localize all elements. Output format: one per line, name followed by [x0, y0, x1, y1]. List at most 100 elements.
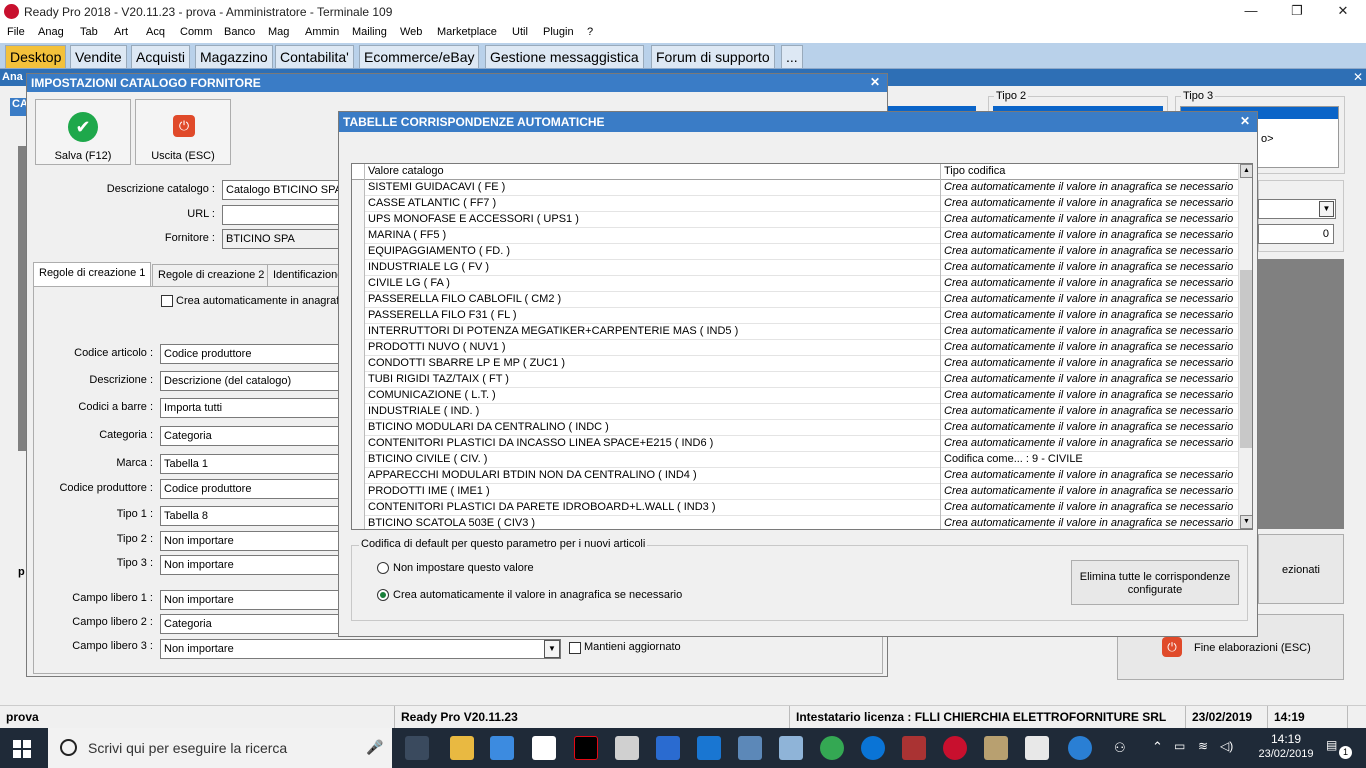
- table-row[interactable]: UPS MONOFASE E ACCESSORI ( UPS1 ) Crea au…: [352, 212, 1238, 228]
- delete-mappings-button[interactable]: Elimina tutte le corrispondenze configur…: [1071, 560, 1239, 605]
- close-window-button[interactable]: ✕: [1320, 0, 1366, 24]
- row-selector[interactable]: [352, 324, 365, 340]
- dialog1-close-icon[interactable]: ✕: [870, 75, 880, 89]
- save-button[interactable]: ✔ Salva (F12): [35, 99, 131, 165]
- restore-button[interactable]: ❐: [1274, 0, 1320, 24]
- row-selector[interactable]: [352, 436, 365, 452]
- dialog2-close-icon[interactable]: ✕: [1240, 114, 1250, 128]
- netflix-icon[interactable]: [574, 736, 598, 760]
- volume-icon[interactable]: ◁): [1220, 739, 1233, 753]
- right-dropdown[interactable]: ▼: [1258, 199, 1336, 219]
- coding-type-cell[interactable]: Crea automaticamente il valore in anagra…: [940, 196, 1238, 212]
- row-selector[interactable]: [352, 500, 365, 516]
- coding-type-cell[interactable]: Crea automaticamente il valore in anagra…: [940, 404, 1238, 420]
- row-selector[interactable]: [352, 340, 365, 356]
- tipo2-select[interactable]: Non importare: [160, 531, 340, 551]
- row-selector[interactable]: [352, 276, 365, 292]
- coding-type-cell[interactable]: Crea automaticamente il valore in anagra…: [940, 308, 1238, 324]
- table-row[interactable]: INDUSTRIALE LG ( FV ) Crea automaticament…: [352, 260, 1238, 276]
- notifications-icon[interactable]: ▤: [1326, 738, 1337, 752]
- table-row[interactable]: CONTENITORI PLASTICI DA INCASSO LINEA SP…: [352, 436, 1238, 452]
- people-icon[interactable]: ⚇: [1114, 740, 1126, 756]
- winrar-icon[interactable]: [902, 736, 926, 760]
- coding-type-cell[interactable]: Crea automaticamente il valore in anagra…: [940, 292, 1238, 308]
- menu-marketplace[interactable]: Marketplace: [437, 26, 497, 38]
- table-row[interactable]: CIVILE LG ( FA ) Crea automaticamente il …: [352, 276, 1238, 292]
- table-row[interactable]: PRODOTTI NUVO ( NUV1 ) Crea automaticamen…: [352, 340, 1238, 356]
- coding-type-cell[interactable]: Crea automaticamente il valore in anagra…: [940, 228, 1238, 244]
- store-icon[interactable]: [490, 736, 514, 760]
- catalog-value-cell[interactable]: CONTENITORI PLASTICI DA PARETE IDROBOARD…: [366, 501, 940, 513]
- coding-type-cell[interactable]: Crea automaticamente il valore in anagra…: [940, 500, 1238, 516]
- codice-articolo-select[interactable]: Codice produttore: [160, 344, 340, 364]
- catalog-value-cell[interactable]: APPARECCHI MODULARI BTDIN NON DA CENTRAL…: [366, 469, 940, 481]
- catalog-value-cell[interactable]: BTICINO CIVILE ( CIV. ): [366, 453, 940, 465]
- taskbar-search[interactable]: Scrivi qui per eseguire la ricerca 🎤: [48, 728, 392, 768]
- table-row[interactable]: CONTENITORI PLASTICI DA PARETE IDROBOARD…: [352, 500, 1238, 516]
- catalog-value-cell[interactable]: BTICINO SCATOLA 503E ( CIV3 ): [366, 517, 940, 529]
- coding-type-cell[interactable]: Crea automaticamente il valore in anagra…: [940, 420, 1238, 436]
- tab-rules-2[interactable]: Regole di creazione 2: [152, 264, 271, 286]
- table-row[interactable]: CONDOTTI SBARRE LP E MP ( ZUC1 ) Crea aut…: [352, 356, 1238, 372]
- codici-barre-select[interactable]: Importa tutti: [160, 398, 340, 418]
- teamviewer-icon[interactable]: [697, 736, 721, 760]
- tab-more[interactable]: ...: [781, 45, 803, 68]
- coding-type-cell[interactable]: Crea automaticamente il valore in anagra…: [940, 276, 1238, 292]
- marca-select[interactable]: Tabella 1: [160, 454, 340, 474]
- menu-tab[interactable]: Tab: [80, 26, 98, 38]
- row-selector[interactable]: [352, 212, 365, 228]
- table-row[interactable]: COMUNICAZIONE ( L.T. ) Crea automaticamen…: [352, 388, 1238, 404]
- catalog-value-cell[interactable]: UPS MONOFASE E ACCESSORI ( UPS1 ): [366, 213, 940, 225]
- table-row[interactable]: SISTEMI GUIDACAVI ( FE ) Crea automaticam…: [352, 180, 1238, 196]
- keep-updated-checkbox[interactable]: [569, 642, 581, 654]
- row-selector[interactable]: [352, 484, 365, 500]
- tab-messaggistica[interactable]: Gestione messaggistica: [485, 45, 644, 68]
- coding-type-cell[interactable]: Crea automaticamente il valore in anagra…: [940, 260, 1238, 276]
- row-selector[interactable]: [352, 404, 365, 420]
- right-number-field[interactable]: 0: [1258, 224, 1334, 244]
- tab-vendite[interactable]: Vendite: [70, 45, 127, 68]
- tab-desktop[interactable]: Desktop: [5, 45, 67, 68]
- minimize-button[interactable]: —: [1228, 0, 1274, 24]
- chevron-down-icon[interactable]: ▼: [544, 640, 560, 658]
- menu-mag[interactable]: Mag: [268, 26, 289, 38]
- tab-acquisti[interactable]: Acquisti: [131, 45, 191, 68]
- background-close-icon[interactable]: ✕: [1350, 69, 1366, 86]
- right-scrollbar[interactable]: [1350, 90, 1366, 705]
- auto-create-checkbox[interactable]: [161, 295, 173, 307]
- scroll-down-icon[interactable]: ▼: [1240, 515, 1252, 529]
- catalog-value-cell[interactable]: INDUSTRIALE ( IND. ): [366, 405, 940, 417]
- menu-file[interactable]: File: [7, 26, 25, 38]
- right-side-button[interactable]: ezionati: [1258, 534, 1344, 604]
- coding-type-cell[interactable]: Crea automaticamente il valore in anagra…: [940, 180, 1238, 196]
- table-row[interactable]: MARINA ( FF5 ) Crea automaticamente il va…: [352, 228, 1238, 244]
- tab-forum[interactable]: Forum di supporto: [651, 45, 775, 68]
- desc-field[interactable]: Catalogo BTICINO SPA: [222, 180, 340, 200]
- url-field[interactable]: [222, 205, 340, 225]
- paint-icon[interactable]: [984, 736, 1008, 760]
- menu-mailing[interactable]: Mailing: [352, 26, 387, 38]
- microphone-icon[interactable]: 🎤: [366, 739, 383, 756]
- table-row[interactable]: BTICINO CIVILE ( CIV. ) Codifica come... …: [352, 452, 1238, 468]
- row-selector[interactable]: [352, 468, 365, 484]
- tab-ecommerce[interactable]: Ecommerce/eBay: [359, 45, 480, 68]
- dropbox-icon[interactable]: [656, 736, 680, 760]
- catalog-value-cell[interactable]: SISTEMI GUIDACAVI ( FE ): [366, 181, 940, 193]
- mail-icon[interactable]: [615, 736, 639, 760]
- table-row[interactable]: BTICINO SCATOLA 503E ( CIV3 ) Crea automa…: [352, 516, 1238, 529]
- remote-desktop-icon[interactable]: [738, 736, 762, 760]
- campo-libero2-select[interactable]: Categoria: [160, 614, 340, 634]
- tab-rules-1[interactable]: Regole di creazione 1: [33, 262, 152, 286]
- catalog-value-cell[interactable]: PASSERELLA FILO F31 ( FL ): [366, 309, 940, 321]
- row-selector[interactable]: [352, 260, 365, 276]
- table-row[interactable]: PRODOTTI IME ( IME1 ) Crea automaticament…: [352, 484, 1238, 500]
- row-selector[interactable]: [352, 356, 365, 372]
- file-explorer-icon[interactable]: [450, 736, 474, 760]
- coding-type-cell[interactable]: Crea automaticamente il valore in anagra…: [940, 372, 1238, 388]
- task-view-icon[interactable]: [405, 736, 429, 760]
- row-selector[interactable]: [352, 388, 365, 404]
- row-selector[interactable]: [352, 372, 365, 388]
- tipo1-select[interactable]: Tabella 8: [160, 506, 340, 526]
- catalog-value-cell[interactable]: CONDOTTI SBARRE LP E MP ( ZUC1 ): [366, 357, 940, 369]
- coding-type-cell[interactable]: Crea automaticamente il valore in anagra…: [940, 324, 1238, 340]
